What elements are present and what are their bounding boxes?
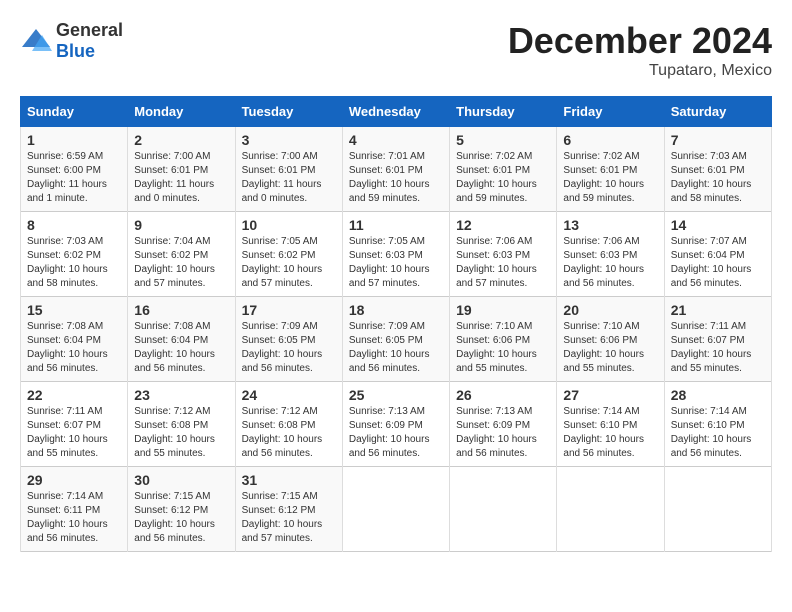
day-cell-14: 14Sunrise: 7:07 AM Sunset: 6:04 PM Dayli… [664,212,771,297]
header-friday: Friday [557,97,664,127]
day-cell-28: 28Sunrise: 7:14 AM Sunset: 6:10 PM Dayli… [664,382,771,467]
header-sunday: Sunday [21,97,128,127]
header-tuesday: Tuesday [235,97,342,127]
title-area: December 2024 Tupataro, Mexico [508,20,772,80]
week-row-3: 15Sunrise: 7:08 AM Sunset: 6:04 PM Dayli… [21,297,772,382]
week-row-5: 29Sunrise: 7:14 AM Sunset: 6:11 PM Dayli… [21,467,772,552]
header-saturday: Saturday [664,97,771,127]
day-cell-3: 3Sunrise: 7:00 AM Sunset: 6:01 PM Daylig… [235,127,342,212]
empty-cell [342,467,449,552]
logo: General Blue [20,20,123,62]
day-cell-19: 19Sunrise: 7:10 AM Sunset: 6:06 PM Dayli… [450,297,557,382]
day-cell-12: 12Sunrise: 7:06 AM Sunset: 6:03 PM Dayli… [450,212,557,297]
day-cell-24: 24Sunrise: 7:12 AM Sunset: 6:08 PM Dayli… [235,382,342,467]
header-monday: Monday [128,97,235,127]
day-cell-10: 10Sunrise: 7:05 AM Sunset: 6:02 PM Dayli… [235,212,342,297]
location-title: Tupataro, Mexico [508,62,772,80]
week-row-1: 1Sunrise: 6:59 AM Sunset: 6:00 PM Daylig… [21,127,772,212]
day-cell-27: 27Sunrise: 7:14 AM Sunset: 6:10 PM Dayli… [557,382,664,467]
day-cell-13: 13Sunrise: 7:06 AM Sunset: 6:03 PM Dayli… [557,212,664,297]
empty-cell [557,467,664,552]
empty-cell [450,467,557,552]
day-cell-1: 1Sunrise: 6:59 AM Sunset: 6:00 PM Daylig… [21,127,128,212]
day-cell-7: 7Sunrise: 7:03 AM Sunset: 6:01 PM Daylig… [664,127,771,212]
header-row: SundayMondayTuesdayWednesdayThursdayFrid… [21,97,772,127]
empty-cell [664,467,771,552]
day-cell-4: 4Sunrise: 7:01 AM Sunset: 6:01 PM Daylig… [342,127,449,212]
week-row-2: 8Sunrise: 7:03 AM Sunset: 6:02 PM Daylig… [21,212,772,297]
day-cell-17: 17Sunrise: 7:09 AM Sunset: 6:05 PM Dayli… [235,297,342,382]
day-cell-6: 6Sunrise: 7:02 AM Sunset: 6:01 PM Daylig… [557,127,664,212]
day-cell-30: 30Sunrise: 7:15 AM Sunset: 6:12 PM Dayli… [128,467,235,552]
day-cell-23: 23Sunrise: 7:12 AM Sunset: 6:08 PM Dayli… [128,382,235,467]
day-cell-20: 20Sunrise: 7:10 AM Sunset: 6:06 PM Dayli… [557,297,664,382]
day-cell-21: 21Sunrise: 7:11 AM Sunset: 6:07 PM Dayli… [664,297,771,382]
day-cell-22: 22Sunrise: 7:11 AM Sunset: 6:07 PM Dayli… [21,382,128,467]
header-thursday: Thursday [450,97,557,127]
calendar-table: SundayMondayTuesdayWednesdayThursdayFrid… [20,96,772,552]
logo-icon [20,27,52,55]
day-cell-26: 26Sunrise: 7:13 AM Sunset: 6:09 PM Dayli… [450,382,557,467]
day-cell-25: 25Sunrise: 7:13 AM Sunset: 6:09 PM Dayli… [342,382,449,467]
day-cell-18: 18Sunrise: 7:09 AM Sunset: 6:05 PM Dayli… [342,297,449,382]
day-cell-31: 31Sunrise: 7:15 AM Sunset: 6:12 PM Dayli… [235,467,342,552]
day-cell-16: 16Sunrise: 7:08 AM Sunset: 6:04 PM Dayli… [128,297,235,382]
day-cell-5: 5Sunrise: 7:02 AM Sunset: 6:01 PM Daylig… [450,127,557,212]
day-cell-11: 11Sunrise: 7:05 AM Sunset: 6:03 PM Dayli… [342,212,449,297]
logo-general: General [56,20,123,40]
logo-blue: Blue [56,41,95,61]
month-title: December 2024 [508,20,772,62]
day-cell-9: 9Sunrise: 7:04 AM Sunset: 6:02 PM Daylig… [128,212,235,297]
day-cell-2: 2Sunrise: 7:00 AM Sunset: 6:01 PM Daylig… [128,127,235,212]
day-cell-15: 15Sunrise: 7:08 AM Sunset: 6:04 PM Dayli… [21,297,128,382]
header-wednesday: Wednesday [342,97,449,127]
day-cell-29: 29Sunrise: 7:14 AM Sunset: 6:11 PM Dayli… [21,467,128,552]
day-cell-8: 8Sunrise: 7:03 AM Sunset: 6:02 PM Daylig… [21,212,128,297]
week-row-4: 22Sunrise: 7:11 AM Sunset: 6:07 PM Dayli… [21,382,772,467]
page-header: General Blue December 2024 Tupataro, Mex… [20,20,772,80]
